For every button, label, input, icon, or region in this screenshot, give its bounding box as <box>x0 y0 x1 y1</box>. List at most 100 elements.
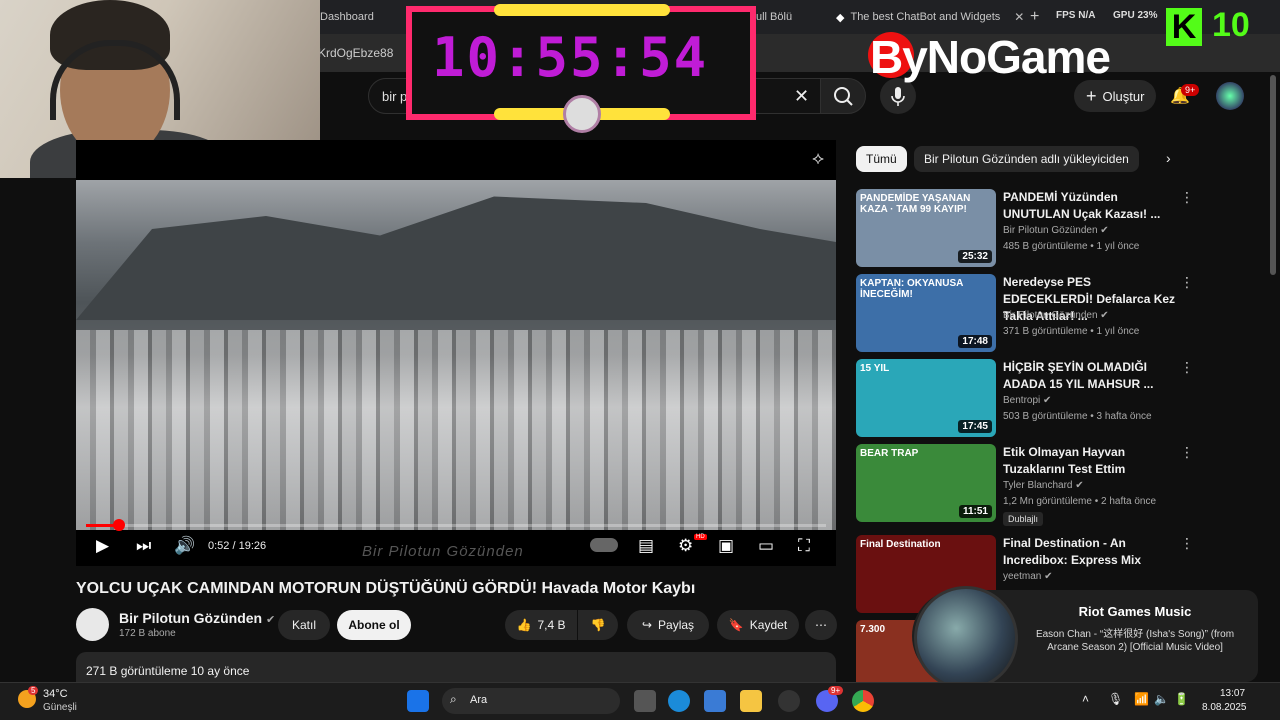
recommendation-thumbnail[interactable]: PANDEMİDE YAŞANAN KAZA · TAM 99 KAYIP! 25… <box>856 189 996 267</box>
recommendation-title[interactable]: HİÇBİR ŞEYİN OLMADIĞI ADADA 15 YIL MAHSU… <box>1003 359 1183 393</box>
more-vert-icon[interactable]: ⋮ <box>1180 189 1194 206</box>
recommendation-channel[interactable]: yeetman ✔ <box>1003 571 1053 582</box>
tab-chatbot[interactable]: ◆ The best ChatBot and Widgets ✕ <box>836 6 1024 28</box>
more-vert-icon[interactable]: ⋮ <box>1180 535 1194 552</box>
mic-icon[interactable]: 🎙 <box>1108 692 1123 706</box>
recommendation-channel[interactable]: Bentropi ✔ <box>1003 395 1051 406</box>
chip-label: Tümü <box>866 152 897 166</box>
recommendation-channel[interactable]: Bir Pilotun Gözünden ✔ <box>1003 225 1109 236</box>
mountain-shape <box>76 196 836 320</box>
recommendation-item[interactable]: 15 YIL 17:45 HİÇBİR ŞEYİN OLMADIĞI ADADA 1… <box>856 359 1266 437</box>
task-view-icon[interactable] <box>634 690 656 712</box>
recommendation-title[interactable]: PANDEMİ Yüzünden UNUTULAN Uçak Kazası! .… <box>1003 189 1183 223</box>
weather-temp: 34°C <box>43 688 68 700</box>
theater-button[interactable]: ▭ <box>758 536 774 556</box>
subscribe-button[interactable]: Abone ol <box>337 610 411 640</box>
taskbar-time[interactable]: 13:07 <box>1220 688 1245 699</box>
thumbs-down-icon: 👎 <box>590 618 606 632</box>
verified-icon: ✔ <box>1044 571 1053 582</box>
recommendation-title[interactable]: Etik Olmayan Hayvan Tuzaklarını Test Ett… <box>1003 444 1183 478</box>
channel-text: Bentropi <box>1003 395 1041 406</box>
search-button[interactable] <box>820 78 866 114</box>
create-label: Oluştur <box>1102 88 1145 104</box>
recommendation-channel[interactable]: Bir Pilotun Gözünden ✔ <box>1003 310 1109 321</box>
gear-icon: ⚙ <box>678 536 694 555</box>
store-icon[interactable] <box>704 690 726 712</box>
recommendation-thumbnail[interactable]: 15 YIL 17:45 <box>856 359 996 437</box>
channel-text: Tyler Blanchard <box>1003 480 1073 491</box>
account-avatar[interactable] <box>1216 82 1244 110</box>
new-tab-button[interactable]: + <box>1030 6 1039 28</box>
next-button[interactable]: ⏭ <box>136 536 151 556</box>
speaker-icon[interactable]: 🔈 <box>1154 692 1169 706</box>
taskbar-date[interactable]: 8.08.2025 <box>1202 702 1247 713</box>
video-title: YOLCU UÇAK CAMINDAN MOTORUN DÜŞTÜĞÜNÜ GÖ… <box>76 580 696 597</box>
chevron-right-icon[interactable]: › <box>1166 150 1171 166</box>
more-vert-icon[interactable]: ⋮ <box>1180 444 1194 461</box>
bynogame-logo: ByNoGame <box>870 31 1111 83</box>
recommendation-title[interactable]: Final Destination - An Incredibox: Expre… <box>1003 535 1183 569</box>
save-button[interactable]: 🔖 Kaydet <box>717 610 799 640</box>
verified-icon: ✔ <box>266 614 276 626</box>
settings-button[interactable]: ⚙ <box>678 536 693 556</box>
volume-button[interactable]: 🔊 <box>174 536 195 556</box>
recommendation-thumbnail[interactable]: BEAR TRAP 11:51 <box>856 444 996 522</box>
play-button[interactable]: ▶ <box>96 536 109 556</box>
share-button[interactable]: ↪ Paylaş <box>627 610 709 640</box>
recommendation-channel[interactable]: Tyler Blanchard ✔ <box>1003 480 1084 491</box>
channel-text: Bir Pilotun Gözünden <box>1003 310 1098 321</box>
recommendation-item[interactable]: BEAR TRAP 11:51 Etik Olmayan Hayvan Tuzakl… <box>856 444 1266 526</box>
subtitles-icon: ▤ <box>638 536 655 555</box>
fps-label: FPS <box>1056 10 1076 21</box>
chatbot-favicon-icon: ◆ <box>836 11 845 24</box>
miniplayer-button[interactable]: ▣ <box>718 536 734 556</box>
chip-all[interactable]: Tümü <box>856 146 907 172</box>
recommendation-item[interactable]: PANDEMİDE YAŞANAN KAZA · TAM 99 KAYIP! 25… <box>856 189 1266 267</box>
battery-icon[interactable]: 🔋 <box>1174 692 1189 706</box>
start-button[interactable] <box>407 690 429 712</box>
autoplay-toggle[interactable] <box>590 538 618 552</box>
more-vert-icon[interactable]: ⋮ <box>1180 274 1194 291</box>
more-actions-button[interactable]: ⋯ <box>805 610 837 640</box>
fullscreen-button[interactable]: ⛶ <box>798 536 810 556</box>
fps-readout: FPS N/A <box>1056 10 1095 21</box>
video-duration: 11:51 <box>958 505 992 518</box>
scrollbar[interactable] <box>1270 75 1276 275</box>
tab-partial[interactable]: ull Bölü <box>756 6 826 28</box>
subscriber-count: 172 B abone <box>119 628 176 639</box>
chip-uploader[interactable]: Bir Pilotun Gözünden adlı yükleyiciden <box>914 146 1139 172</box>
close-tab-icon[interactable]: ✕ <box>1014 10 1024 24</box>
more-vert-icon[interactable]: ⋮ <box>1180 359 1194 376</box>
tab-dashboard[interactable]: Dashboard <box>320 6 374 28</box>
channel-name[interactable]: Bir Pilotun Gözünden ✔ <box>119 610 275 626</box>
thumbnail-text: KAPTAN: OKYANUSA İNECEĞİM! <box>860 278 963 300</box>
chevron-up-icon[interactable]: ˄ <box>1082 692 1089 706</box>
miniplayer-icon: ▣ <box>718 536 735 555</box>
progress-bar[interactable] <box>86 519 826 531</box>
city-shape <box>76 330 836 530</box>
thumbnail-text: BEAR TRAP <box>860 448 919 459</box>
channel-avatar[interactable] <box>76 608 109 641</box>
verified-icon: ✔ <box>1043 395 1052 406</box>
chrome-icon[interactable] <box>852 690 874 712</box>
dislike-button[interactable]: 👎 <box>578 610 618 640</box>
join-button[interactable]: Katıl <box>278 610 330 640</box>
like-button[interactable]: 👍 7,4 B <box>505 610 577 640</box>
dubbed-badge: Dublajlı <box>1003 512 1044 526</box>
recommendation-thumbnail[interactable]: KAPTAN: OKYANUSA İNECEĞİM! 17:48 <box>856 274 996 352</box>
url-text[interactable]: KrdOgEbze88 <box>318 46 393 60</box>
subtitles-button[interactable]: ▤ <box>638 536 654 556</box>
clear-search-icon[interactable]: ✕ <box>794 86 809 107</box>
music-subtitle: Eason Chan - “这样很好 (Isha's Song)” (from … <box>1035 629 1235 653</box>
video-frame[interactable] <box>76 180 836 530</box>
discord-badge: 9+ <box>828 686 844 695</box>
recommendation-item[interactable]: KAPTAN: OKYANUSA İNECEĞİM! 17:48 Neredeyse… <box>856 274 1266 352</box>
app-icon[interactable] <box>778 690 800 712</box>
taskbar-search-placeholder: Ara <box>470 694 488 706</box>
edge-icon[interactable] <box>668 690 690 712</box>
create-button[interactable]: + Oluştur <box>1074 80 1157 112</box>
wifi-icon[interactable]: 📶 <box>1134 692 1149 706</box>
taskbar-search[interactable] <box>442 688 620 714</box>
folder-icon[interactable] <box>740 690 762 712</box>
player-top-bar: ⟡ <box>76 140 836 180</box>
